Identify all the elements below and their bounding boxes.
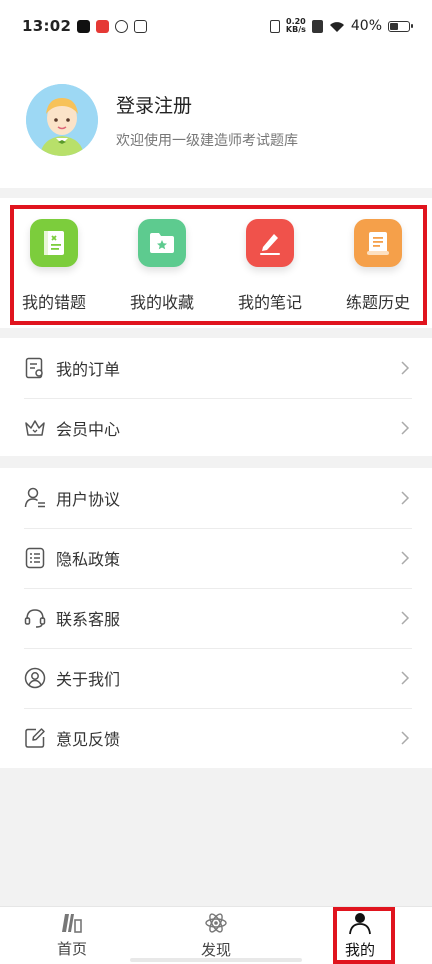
history-scroll-icon: [354, 219, 402, 267]
quick-wrong-questions[interactable]: 我的错题: [4, 198, 104, 313]
order-icon: [24, 357, 46, 379]
menu-item-user-agreement[interactable]: 用户协议: [0, 468, 412, 528]
menu-group-account: 我的订单 会员中心: [0, 338, 432, 456]
menu-item-privacy-policy[interactable]: 隐私政策: [0, 528, 412, 588]
chevron-right-icon: [401, 491, 410, 505]
wrong-questions-icon: [30, 219, 78, 267]
sim-off-icon: [311, 19, 323, 33]
user-agreement-icon: [24, 487, 46, 509]
chevron-right-icon: [401, 731, 410, 745]
mine-page: 13:02 0.20 KB/s 40% 登录注册 欢迎使用一级建造师考试题库 我…: [0, 0, 432, 964]
wifi-icon: [329, 21, 344, 32]
discover-atom-icon: [205, 913, 227, 933]
privacy-list-icon: [24, 547, 46, 569]
battery-icon: [388, 20, 413, 32]
headset-icon: [24, 607, 46, 629]
app-notification-icon: [96, 19, 110, 33]
chevron-right-icon: [401, 671, 410, 685]
login-register-title[interactable]: 登录注册: [116, 91, 298, 118]
tiktok-icon: [77, 19, 91, 33]
quick-notes[interactable]: 我的笔记: [220, 198, 320, 313]
chevron-right-icon: [401, 421, 410, 435]
quick-actions: 我的错题 我的收藏 我的笔记 练题历史: [0, 198, 432, 328]
avatar[interactable]: [26, 84, 98, 156]
chevron-right-icon: [401, 611, 410, 625]
profile-person-icon: [349, 913, 371, 935]
menu-item-customer-service[interactable]: 联系客服: [0, 588, 412, 648]
home-indicator: [130, 958, 302, 962]
tab-mine[interactable]: 我的: [305, 907, 415, 964]
inbox-icon: [134, 19, 148, 33]
sync-icon: [115, 19, 129, 33]
tab-home[interactable]: 首页: [17, 907, 127, 964]
menu-item-feedback[interactable]: 意见反馈: [0, 708, 412, 768]
vibrate-icon: [269, 19, 280, 33]
menu-item-orders[interactable]: 我的订单: [0, 338, 412, 398]
quick-history[interactable]: 练题历史: [328, 198, 428, 313]
menu-item-about-us[interactable]: 关于我们: [0, 648, 412, 708]
home-books-icon: [62, 914, 82, 933]
network-speed: 0.20 KB/s: [285, 17, 306, 34]
feedback-edit-icon: [24, 727, 46, 749]
tab-discover[interactable]: 发现: [161, 907, 271, 964]
status-bar: 13:02 0.20 KB/s 40%: [0, 0, 432, 52]
chevron-right-icon: [401, 361, 410, 375]
welcome-subtitle: 欢迎使用一级建造师考试题库: [116, 132, 298, 149]
about-user-icon: [24, 667, 46, 689]
battery-percent: 40%: [350, 18, 382, 34]
bottom-tab-bar: 首页 发现 我的: [0, 906, 432, 964]
status-time: 13:02: [22, 17, 72, 35]
notes-pen-icon: [246, 219, 294, 267]
crown-icon: [24, 417, 46, 439]
menu-group-info: 用户协议 隐私政策 联系客服 关于我们 意见反馈: [0, 468, 432, 768]
chevron-right-icon: [401, 551, 410, 565]
profile-header[interactable]: 登录注册 欢迎使用一级建造师考试题库: [0, 52, 432, 188]
menu-item-membership[interactable]: 会员中心: [0, 398, 412, 458]
quick-favorites[interactable]: 我的收藏: [112, 198, 212, 313]
favorites-folder-icon: [138, 219, 186, 267]
